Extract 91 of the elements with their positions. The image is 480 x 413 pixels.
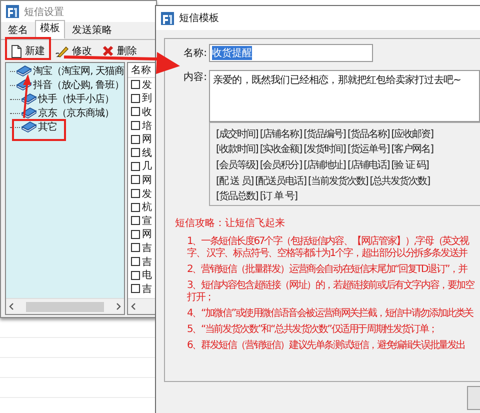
variable-tag[interactable]: [店铺地址]: [304, 158, 346, 172]
scrollbar[interactable]: [6, 298, 124, 314]
checkbox[interactable]: [131, 94, 140, 103]
document-icon: [11, 44, 22, 58]
list-item[interactable]: 吉: [142, 254, 152, 269]
list-item[interactable]: 电: [142, 268, 152, 282]
toolbar-button[interactable]: 修改: [53, 43, 94, 59]
tab[interactable]: 模板: [35, 20, 65, 39]
annotation-box: [5, 37, 51, 60]
pencil-icon: [55, 44, 69, 58]
annotation-box: [12, 119, 66, 141]
tip-text: 3、短信内容包含超链接（网址）的，若超链接前或后有文字内容，要加空 打开；: [187, 280, 476, 304]
checkbox[interactable]: [131, 284, 140, 294]
variable-tag[interactable]: [当前发货次数]: [308, 174, 368, 188]
variable-tag[interactable]: [配送员电话]: [255, 174, 306, 188]
checkbox[interactable]: [131, 148, 140, 158]
list-item[interactable]: 杭: [142, 200, 152, 214]
tree-item[interactable]: 其它: [38, 120, 57, 134]
tree-item[interactable]: 快手（快手小店）: [38, 92, 114, 106]
checkbox[interactable]: [131, 202, 140, 212]
checkbox[interactable]: [131, 80, 140, 90]
list-item[interactable]: 吉: [142, 282, 152, 296]
checkbox[interactable]: [131, 134, 140, 144]
list-item[interactable]: 线: [142, 146, 152, 160]
variable-tag[interactable]: [发货时间]: [304, 142, 346, 156]
variable-tag[interactable]: [货品名称]: [347, 126, 390, 141]
list-item[interactable]: 网: [142, 172, 152, 187]
tree-item[interactable]: 淘宝（淘宝网, 天猫商: [33, 64, 124, 78]
checkbox[interactable]: [131, 189, 140, 198]
tip-text: 6、群发短信（营销短信）建议先单条测试短信，避免编辑失误批量发出: [187, 340, 466, 352]
list-item[interactable]: 到: [142, 91, 152, 106]
variable-tag[interactable]: [验 证 码]: [391, 158, 428, 172]
checkbox[interactable]: [131, 270, 140, 280]
checkbox[interactable]: [131, 121, 140, 130]
list-item[interactable]: 发: [142, 78, 152, 92]
tips-title: 短信攻略：让短信飞起来: [175, 216, 286, 230]
variable-tag[interactable]: [货运单号]: [347, 142, 390, 156]
app-icon: [161, 12, 174, 24]
annotation-arrow: [23, 74, 31, 118]
tab[interactable]: 签名: [3, 22, 33, 39]
book-icon: [16, 65, 32, 77]
variable-tag[interactable]: [配 送 员]: [216, 174, 254, 188]
tree-item[interactable]: 抖音（放心购, 鲁班）: [33, 78, 124, 92]
tree-item[interactable]: 京东（京东商城）: [38, 106, 114, 120]
variable-tag[interactable]: [货品编号]: [304, 126, 346, 141]
variable-tag[interactable]: [应收邮资]: [391, 126, 434, 141]
variable-tag[interactable]: [成交时间]: [216, 126, 258, 141]
checkbox[interactable]: [131, 175, 140, 184]
window-title: 短信设置: [24, 6, 64, 18]
app-icon: [6, 5, 19, 18]
variable-tag[interactable]: [会员等级]: [216, 158, 258, 172]
tip-text: 1、一条短信长度67个字（包括短信内容、【网店管家】）,字母（英文视 字、 汉字、标点符号、空格等都计为1个字，超出部分以分拆多条发送并: [187, 236, 470, 260]
checkbox[interactable]: [131, 257, 140, 266]
list-item[interactable]: 网: [142, 227, 152, 242]
checkbox[interactable]: [131, 243, 140, 252]
tip-text: 5、“当前发货次数”和“总共发货次数”仅适用于周期性发货订单；: [187, 324, 438, 336]
scrollbar[interactable]: [128, 298, 155, 314]
toolbar-button[interactable]: 新建: [9, 43, 47, 59]
book-icon: [21, 121, 37, 133]
variable-tag[interactable]: [实收金额]: [260, 142, 302, 156]
close-icon: [102, 45, 114, 57]
tab[interactable]: 发送策略: [67, 22, 117, 39]
checkbox[interactable]: [131, 162, 140, 171]
variable-tag[interactable]: [收款时间]: [216, 142, 258, 156]
list-item[interactable]: 网: [142, 132, 152, 146]
list-item[interactable]: 吉: [142, 240, 152, 255]
list-item[interactable]: 收: [142, 104, 152, 119]
content-field[interactable]: 亲爱的，既然我们已经相恋，那就把红包给卖家打过去吧~: [209, 70, 480, 122]
variable-tag[interactable]: [会员积分]: [260, 158, 302, 172]
tip-text: 4、“加微信”或使用微信语音会被运营商网关拦截，短信中请勿添加此类关: [187, 308, 474, 320]
name-field[interactable]: 收货提醒: [209, 44, 373, 62]
checkbox[interactable]: [131, 107, 140, 116]
book-icon: [21, 107, 37, 119]
variable-tag[interactable]: [总共发货次数]: [370, 174, 430, 188]
variable-tag[interactable]: [客户网名]: [391, 142, 434, 156]
variable-tag[interactable]: [店铺名称]: [260, 126, 302, 141]
field-label: 名称:: [182, 47, 207, 60]
checkbox[interactable]: [131, 230, 140, 239]
checkbox[interactable]: [131, 216, 140, 226]
variable-tag[interactable]: [店铺电话]: [347, 158, 390, 172]
tip-text: 2、营销短信（批量群发）运营商会自动在短信末尾加“回复TD退订”，并: [187, 264, 468, 276]
list-item[interactable]: 宣: [142, 214, 152, 228]
list-item[interactable]: 发: [142, 186, 152, 201]
field-label: 内容:: [182, 70, 207, 84]
variable-tag[interactable]: [货品总数]: [216, 189, 258, 204]
book-icon: [21, 93, 37, 105]
list-item[interactable]: 培: [142, 118, 152, 133]
list-item[interactable]: 几: [142, 159, 152, 174]
toolbar-button[interactable]: 删除: [100, 43, 139, 59]
variable-tag[interactable]: [订 单 号]: [260, 189, 297, 204]
window-title: 短信模板: [179, 12, 219, 25]
